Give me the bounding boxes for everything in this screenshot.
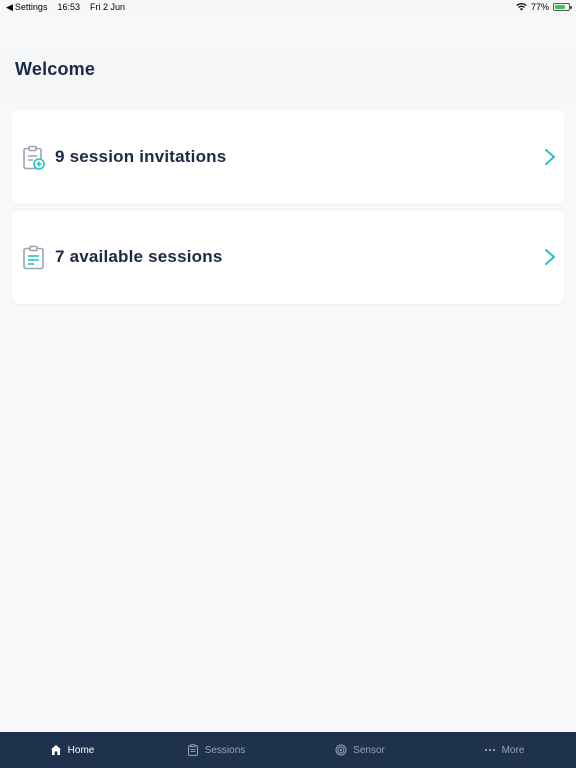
back-triangle-icon: ◀ [6, 1, 13, 12]
session-invitations-card[interactable]: 9 session invitations [12, 111, 564, 204]
clipboard-list-icon [23, 245, 44, 270]
tab-sensor-label: Sensor [353, 744, 385, 756]
status-date: Fri 2 Jun [89, 2, 125, 12]
wifi-icon [516, 3, 527, 11]
tab-home[interactable]: Home [0, 732, 144, 768]
tab-sessions[interactable]: Sessions [144, 732, 288, 768]
tab-more[interactable]: More [432, 732, 576, 768]
battery-percent: 77% [530, 2, 549, 12]
available-sessions-label: 7 available sessions [55, 247, 223, 266]
tab-sensor[interactable]: Sensor [288, 732, 432, 768]
status-right: 77% [516, 2, 572, 12]
back-to-settings[interactable]: ◀ Settings [6, 2, 47, 13]
chevron-right-icon [545, 249, 555, 265]
more-icon [484, 748, 495, 752]
sensor-icon [335, 744, 347, 756]
status-bar: ◀ Settings 16:53 Fri 2 Jun 77% [0, 0, 576, 14]
battery-icon [553, 3, 572, 11]
tab-sessions-label: Sessions [204, 744, 246, 756]
clipboard-plus-icon [23, 145, 45, 170]
status-time: 16:53 [57, 2, 80, 12]
available-sessions-card[interactable]: 7 available sessions [12, 211, 564, 304]
tab-bar: Home Sessions Sensor More [0, 732, 576, 768]
tab-home-label: Home [67, 744, 95, 756]
clipboard-icon [187, 744, 198, 756]
tab-more-label: More [501, 744, 525, 756]
status-left: ◀ Settings 16:53 Fri 2 Jun [6, 2, 125, 13]
page-title: Welcome [15, 59, 96, 79]
session-invitations-label: 9 session invitations [55, 147, 227, 166]
home-icon [50, 745, 61, 755]
back-label: Settings [14, 2, 48, 12]
battery-fill [555, 5, 565, 9]
chevron-right-icon [545, 149, 555, 165]
